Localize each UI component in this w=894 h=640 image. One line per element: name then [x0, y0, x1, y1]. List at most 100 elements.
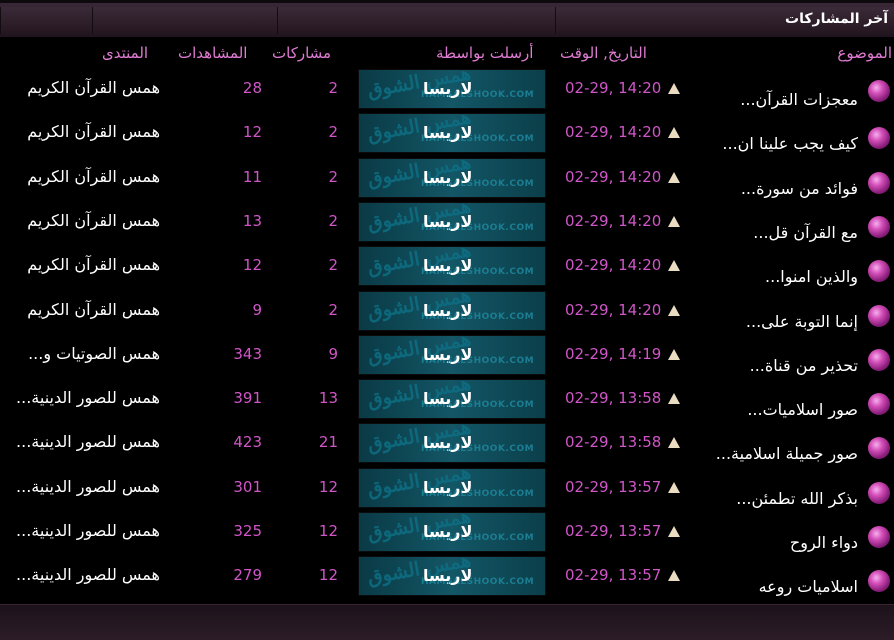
author-banner[interactable]: همس الشوق HAMSALSHOOK.COM لاريسا — [358, 467, 546, 508]
topic-link[interactable]: مع القرآن قل... — [753, 223, 858, 242]
topic-link[interactable]: والذين امنوا... — [765, 267, 858, 286]
author-name[interactable]: لاريسا — [423, 478, 472, 497]
post-datetime: 02-29, 14:20 — [565, 123, 662, 142]
go-to-last-post-icon[interactable] — [668, 171, 680, 183]
author-name[interactable]: لاريسا — [423, 522, 472, 541]
topic-link[interactable]: إنما التوبة على... — [746, 312, 858, 331]
table-row: معجزات القرآن... 02-29, 14:20 همس الشوق HAM… — [0, 69, 894, 113]
topic-bullet-icon — [868, 260, 890, 283]
views-count: 9 — [252, 300, 262, 319]
go-to-last-post-icon[interactable] — [668, 481, 680, 493]
author-name[interactable]: لاريسا — [423, 345, 472, 364]
topic-link[interactable]: كيف يجب علينا ان... — [722, 134, 858, 153]
forum-link[interactable]: همس للصور الدينية... — [14, 432, 160, 451]
forum-link[interactable]: همس الصوتيات و... — [14, 344, 160, 363]
go-to-last-post-icon[interactable] — [668, 215, 680, 227]
author-banner[interactable]: همس الشوق HAMSALSHOOK.COM لاريسا — [358, 113, 546, 154]
post-datetime: 02-29, 13:57 — [565, 522, 662, 540]
replies-count: 2 — [328, 79, 338, 97]
go-to-last-post-icon[interactable] — [668, 127, 680, 139]
table-row: بذكر الله تطمئن... 02-29, 13:57 همس الشوق H… — [0, 467, 894, 512]
author-name[interactable]: لاريسا — [423, 212, 472, 231]
author-name[interactable]: لاريسا — [423, 79, 472, 98]
go-to-last-post-icon[interactable] — [668, 260, 680, 272]
topic-link[interactable]: اسلاميات روعه — [759, 577, 858, 596]
post-datetime: 02-29, 13:57 — [565, 477, 662, 496]
forum-link[interactable]: همس القرآن الكريم — [14, 300, 160, 319]
topic-link[interactable]: دواء الروح — [790, 533, 858, 552]
go-to-last-post-icon[interactable] — [668, 437, 680, 449]
views-count: 279 — [233, 566, 262, 585]
views-count: 343 — [233, 344, 262, 363]
author-banner[interactable]: همس الشوق HAMSALSHOOK.COM لاريسا — [358, 69, 546, 109]
table-row: اسلاميات روعه 02-29, 13:57 همس الشوق HAMSAL… — [0, 556, 894, 600]
author-banner[interactable]: همس الشوق HAMSALSHOOK.COM لاريسا — [358, 379, 546, 420]
forum-link[interactable]: همس القرآن الكريم — [14, 211, 160, 230]
author-name[interactable]: لاريسا — [423, 566, 472, 585]
header-datetime: التاريخ, الوقت — [560, 44, 647, 62]
topic-bullet-icon — [868, 215, 890, 238]
author-banner[interactable]: همس الشوق HAMSALSHOOK.COM لاريسا — [358, 512, 546, 552]
author-banner[interactable]: همس الشوق HAMSALSHOOK.COM لاريسا — [358, 201, 546, 242]
table-row: صور اسلاميات... 02-29, 13:58 همس الشوق HAMS… — [0, 379, 894, 423]
header-views: المشاهدات — [178, 44, 248, 62]
go-to-last-post-icon[interactable] — [668, 393, 680, 405]
forum-link[interactable]: همس للصور الدينية... — [14, 477, 160, 496]
replies-count: 21 — [318, 433, 338, 452]
author-banner[interactable]: همس الشوق HAMSALSHOOK.COM لاريسا — [358, 334, 546, 375]
table-row: فوائد من سورة... 02-29, 14:20 همس الشوق HAM… — [0, 157, 894, 202]
author-banner[interactable]: همس الشوق HAMSALSHOOK.COM لاريسا — [358, 157, 546, 198]
topic-bullet-icon — [868, 127, 890, 150]
forum-link[interactable]: همس للصور الدينية... — [14, 565, 160, 584]
go-to-last-post-icon[interactable] — [668, 570, 680, 582]
topic-link[interactable]: معجزات القرآن... — [740, 90, 858, 109]
topic-link[interactable]: بذكر الله تطمئن... — [736, 489, 858, 508]
replies-count: 12 — [318, 477, 338, 496]
forum-link[interactable]: همس القرآن الكريم — [14, 122, 160, 141]
author-name[interactable]: لاريسا — [423, 301, 472, 320]
author-banner[interactable]: همس الشوق HAMSALSHOOK.COM لاريسا — [358, 423, 546, 464]
post-datetime: 02-29, 13:58 — [565, 389, 662, 408]
topic-bullet-icon — [868, 526, 890, 548]
table-row: والذين امنوا... 02-29, 14:20 همس الشوق HAMS… — [0, 246, 894, 290]
forum-link[interactable]: همس للصور الدينية... — [14, 388, 160, 407]
forum-link[interactable]: همس القرآن الكريم — [14, 78, 160, 97]
author-name[interactable]: لاريسا — [423, 389, 472, 408]
forum-link[interactable]: همس القرآن الكريم — [14, 167, 160, 186]
forum-link[interactable]: همس القرآن الكريم — [14, 255, 160, 274]
go-to-last-post-icon[interactable] — [668, 304, 680, 316]
author-name[interactable]: لاريسا — [423, 256, 472, 275]
latest-posts-panel: آخر المشاركات الموضوع التاريخ, الوقت أرس… — [0, 0, 894, 640]
author-banner[interactable]: همس الشوق HAMSALSHOOK.COM لاريسا — [358, 246, 546, 287]
post-datetime: 02-29, 14:20 — [565, 79, 662, 97]
go-to-last-post-icon[interactable] — [668, 83, 680, 94]
topic-link[interactable]: فوائد من سورة... — [741, 179, 858, 198]
topic-link[interactable]: صور جميلة اسلامية... — [716, 444, 858, 463]
topic-bullet-icon — [868, 304, 890, 327]
author-name[interactable]: لاريسا — [423, 433, 472, 452]
go-to-last-post-icon[interactable] — [668, 348, 680, 360]
title-bar-segment — [0, 7, 93, 34]
go-to-last-post-icon[interactable] — [668, 526, 680, 537]
post-datetime: 02-29, 14:20 — [565, 167, 662, 186]
post-datetime: 02-29, 14:20 — [565, 300, 662, 319]
views-count: 28 — [242, 79, 262, 97]
post-datetime: 02-29, 13:58 — [565, 433, 662, 452]
topic-bullet-icon — [868, 570, 890, 593]
title-bar-segment — [92, 7, 278, 34]
author-banner[interactable]: همس الشوق HAMSALSHOOK.COM لاريسا — [358, 556, 546, 597]
author-banner[interactable]: همس الشوق HAMSALSHOOK.COM لاريسا — [358, 290, 546, 331]
table-row: مع القرآن قل... 02-29, 14:20 همس الشوق HAMS… — [0, 201, 894, 246]
replies-count: 9 — [328, 344, 338, 363]
topic-link[interactable]: صور اسلاميات... — [747, 400, 858, 419]
post-datetime: 02-29, 14:20 — [565, 256, 662, 275]
table-row: كيف يجب علينا ان... 02-29, 14:20 همس الشوق… — [0, 113, 894, 157]
author-name[interactable]: لاريسا — [423, 123, 472, 142]
topic-link[interactable]: تحذير من قناة... — [750, 356, 858, 375]
forum-link[interactable]: همس للصور الدينية... — [14, 521, 160, 540]
panel-title: آخر المشاركات — [785, 11, 888, 27]
header-replies: مشاركات — [272, 44, 332, 62]
author-name[interactable]: لاريسا — [423, 168, 472, 187]
header-sent-by: أرسلت بواسطة — [436, 44, 534, 62]
title-bar-segment — [277, 7, 556, 34]
